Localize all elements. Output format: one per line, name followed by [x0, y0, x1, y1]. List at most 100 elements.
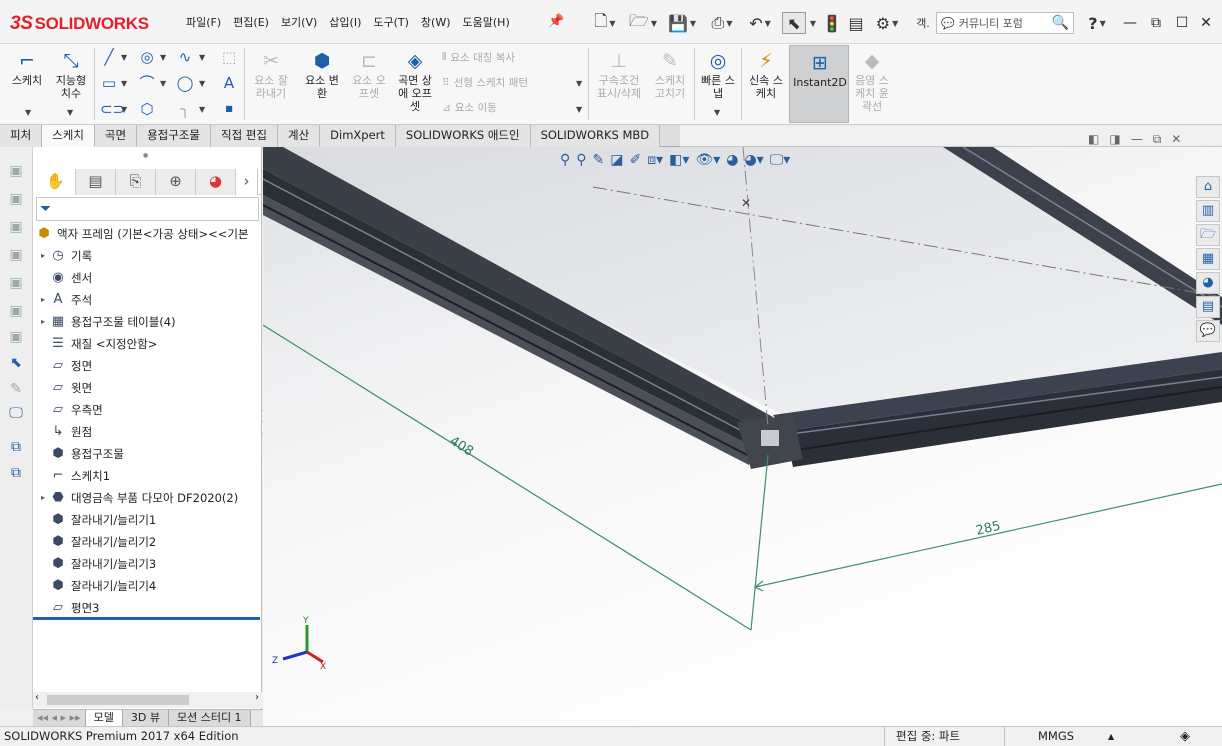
- fillet-icon[interactable]: ╮: [176, 100, 194, 118]
- spline-icon[interactable]: ∿: [176, 48, 194, 66]
- tool-icon[interactable]: ▣: [6, 329, 26, 349]
- help-button[interactable]: ? ▼: [1082, 12, 1112, 34]
- menu-item-5[interactable]: 창(W): [415, 14, 457, 32]
- tab-1[interactable]: 스케치: [42, 125, 95, 147]
- view-settings-icon[interactable]: 🖵▾: [770, 152, 791, 168]
- tree-item[interactable]: ▱ 윗면: [37, 377, 92, 399]
- ellipse-icon[interactable]: ◯: [176, 74, 194, 92]
- tree-item[interactable]: ⬢ 잘라내기/늘리기2: [37, 531, 156, 553]
- undo-button[interactable]: ↶ ▼: [742, 12, 778, 34]
- view-close-icon[interactable]: ✕: [1171, 132, 1181, 147]
- tab-6[interactable]: DimXpert: [320, 125, 396, 147]
- save-button[interactable]: 💾 ▼: [664, 12, 700, 34]
- select-tool-icon[interactable]: ⬉: [6, 355, 26, 375]
- horizontal-scrollbar[interactable]: ‹ ›: [33, 692, 262, 708]
- circle-icon[interactable]: ◎: [138, 48, 156, 66]
- tree-root[interactable]: ⬢ 액자 프레임 (기본<가공 상태><<기본: [35, 223, 248, 245]
- construction-icon[interactable]: ⬚: [220, 48, 238, 66]
- menu-item-2[interactable]: 보기(V): [275, 14, 323, 32]
- splitter-handle-icon[interactable]: ●: [143, 152, 148, 159]
- select-button[interactable]: ⬉: [782, 12, 806, 34]
- print-button[interactable]: ⎙ ▼: [704, 12, 740, 34]
- section-view-icon[interactable]: ◪: [610, 152, 623, 168]
- units-dropdown-icon[interactable]: ▲: [1108, 727, 1114, 746]
- scene-icon[interactable]: ◕▾: [744, 152, 763, 168]
- tool-icon[interactable]: ✎: [6, 381, 26, 401]
- forum-icon[interactable]: 💬: [1196, 320, 1220, 342]
- file-properties-icon[interactable]: ▤: [846, 12, 866, 34]
- bottom-tab-0[interactable]: 모델: [85, 710, 123, 726]
- tab-scroll-icon[interactable]: ◂◂ ◂ ▸ ▸▸: [33, 710, 86, 726]
- view-restore-icon[interactable]: ⧉: [1153, 132, 1162, 147]
- display-icon[interactable]: 🖵: [6, 405, 26, 425]
- offset-entities-button[interactable]: ⊏ 요소 오 프셋: [346, 50, 392, 100]
- expand-icon[interactable]: ▸: [37, 487, 49, 509]
- polygon-icon[interactable]: ⬡: [138, 100, 156, 118]
- edit-appearance-icon[interactable]: ◕: [726, 152, 738, 168]
- tab-4[interactable]: 직접 편집: [211, 125, 278, 147]
- arc-icon[interactable]: ⌒: [138, 74, 156, 92]
- bottom-tab-2[interactable]: 모션 스터디 1: [168, 710, 251, 726]
- unit-system[interactable]: MMGS: [1038, 727, 1074, 746]
- quick-snaps-button[interactable]: ◎ 빠른 스 냅: [698, 50, 738, 100]
- tool-icon[interactable]: ▣: [6, 191, 26, 211]
- paste-icon[interactable]: ⧉: [6, 465, 26, 485]
- view-palette-icon[interactable]: ▦: [1196, 248, 1220, 270]
- display-style-icon[interactable]: ◧▾: [669, 152, 689, 168]
- tool-icon[interactable]: ▣: [6, 219, 26, 239]
- options-button[interactable]: ⚙ ▼: [872, 12, 902, 34]
- offset-on-surface-button[interactable]: ◈ 곡면 상 에 오프 셋: [394, 50, 436, 113]
- tree-item[interactable]: ↳ 원점: [37, 421, 93, 443]
- menu-item-6[interactable]: 도움말(H): [457, 14, 516, 32]
- tool-icon[interactable]: ▣: [6, 303, 26, 323]
- feature-tree-tab-icon[interactable]: ✋: [36, 169, 76, 195]
- tree-item[interactable]: ▸ ▦ 용접구조물 테이블(4): [37, 311, 176, 333]
- solidworks-logo[interactable]: 3S SOLIDWORKS: [10, 9, 156, 39]
- trim-entities-button[interactable]: ✂ 요소 잘 라내기: [248, 50, 294, 100]
- sketch-button[interactable]: ⌐ 스케치: [8, 50, 46, 87]
- hide-show-icon[interactable]: 👁▾: [695, 152, 720, 168]
- move-entities-button[interactable]: ⊿ 요소 이동: [442, 100, 497, 115]
- mirror-entities-button[interactable]: ⫴ 요소 대칭 복사: [442, 50, 515, 65]
- new-document-button[interactable]: 🗋 ▼: [588, 11, 622, 34]
- zoom-area-icon[interactable]: ⚲: [576, 152, 586, 168]
- tabs-more-icon[interactable]: ›: [236, 169, 258, 195]
- design-library-icon[interactable]: ▥: [1196, 200, 1220, 222]
- tool-icon[interactable]: ▣: [6, 275, 26, 295]
- dimxpert-tab-icon[interactable]: ⊕: [156, 169, 196, 195]
- minimize-button[interactable]: —: [1120, 13, 1140, 33]
- custom-properties-icon[interactable]: ▤: [1196, 296, 1220, 318]
- home-icon[interactable]: ⌂: [1196, 176, 1220, 198]
- search-box[interactable]: 💬 커뮤니티 포럼 🔍: [936, 12, 1074, 34]
- tree-item[interactable]: ⬢ 용접구조물: [37, 443, 124, 465]
- panel-left-icon[interactable]: ◧: [1088, 132, 1099, 147]
- tab-3[interactable]: 용접구조물: [137, 125, 211, 147]
- smart-dimension-button[interactable]: ⤡ 지능형 치수: [50, 50, 92, 100]
- tab-7[interactable]: SOLIDWORKS 애드인: [395, 125, 531, 147]
- tool-icon[interactable]: ▣: [6, 163, 26, 183]
- close-button[interactable]: ✕: [1196, 13, 1216, 33]
- linear-pattern-button[interactable]: ⠿ 선형 스케치 패턴: [442, 75, 528, 90]
- restore-button[interactable]: ⧉: [1146, 13, 1166, 33]
- property-manager-tab-icon[interactable]: ▤: [76, 169, 116, 195]
- search-icon[interactable]: 🔍: [1052, 15, 1069, 31]
- convert-entities-button[interactable]: ⬢ 요소 변 환: [298, 50, 346, 100]
- file-explorer-icon[interactable]: 🗁: [1196, 224, 1220, 246]
- tree-item[interactable]: ◉ 센서: [37, 267, 92, 289]
- zoom-fit-icon[interactable]: ⚲: [560, 152, 570, 168]
- view-minimize-icon[interactable]: —: [1131, 132, 1143, 147]
- configuration-tab-icon[interactable]: ⎘: [116, 169, 156, 195]
- search-input[interactable]: 커뮤니티 포럼: [959, 15, 1023, 31]
- tree-item[interactable]: ☰ 재질 <지정안함>: [37, 333, 157, 355]
- tree-item[interactable]: ▸ ⬣ 대영금속 부품 다모아 DF2020(2): [37, 487, 238, 509]
- tab-8[interactable]: SOLIDWORKS MBD: [530, 125, 661, 147]
- expand-icon[interactable]: ▸: [37, 289, 49, 311]
- repair-sketch-button[interactable]: ✎ 스케치 고치기: [648, 50, 692, 100]
- copy-icon[interactable]: ⧉: [6, 439, 26, 459]
- tree-item[interactable]: ⬢ 잘라내기/늘리기3: [37, 553, 156, 575]
- menu-item-3[interactable]: 삽입(I): [323, 14, 367, 32]
- rebuild-icon[interactable]: 🚦: [822, 12, 842, 34]
- bottom-tab-1[interactable]: 3D 뷰: [122, 710, 169, 726]
- tree-item[interactable]: ⬢ 잘라내기/늘리기1: [37, 509, 156, 531]
- menu-item-1[interactable]: 편집(E): [227, 14, 275, 32]
